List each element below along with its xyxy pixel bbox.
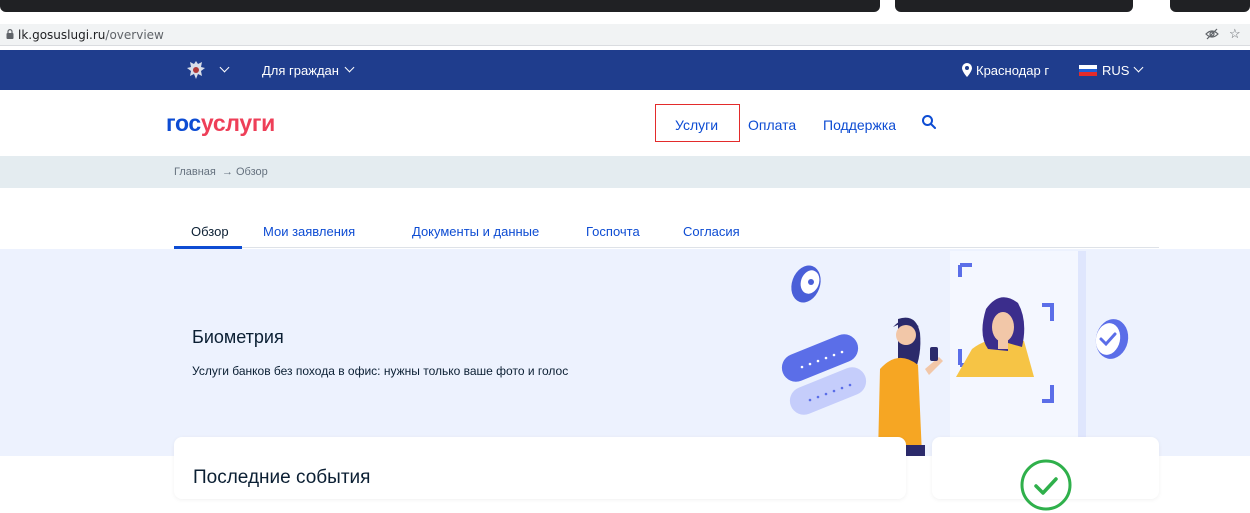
tab-consents[interactable]: Согласия [683, 224, 740, 239]
browser-tab-strip [0, 0, 1250, 12]
browser-tabs-area[interactable] [0, 0, 880, 12]
biometrics-banner[interactable]: Биометрия Услуги банков без похода в офи… [0, 249, 1250, 456]
address-url[interactable]: lk.gosuslugi.ru/overview [18, 28, 164, 42]
language-selector[interactable]: RUS [1102, 63, 1129, 78]
lock-icon [6, 29, 14, 39]
recent-events-card: Последние события [174, 437, 906, 499]
tab-documents-and-data[interactable]: Документы и данные [412, 224, 539, 239]
check-badge-icon [1095, 319, 1129, 359]
breadcrumb: Главная → Обзор [0, 156, 1250, 188]
breadcrumb-home[interactable]: Главная [174, 166, 216, 178]
address-bar[interactable]: lk.gosuslugi.ru/overview ☆ [0, 24, 1250, 46]
search-icon[interactable] [921, 114, 937, 130]
nav-payment[interactable]: Оплата [748, 117, 796, 133]
star-icon[interactable]: ☆ [1229, 26, 1241, 42]
eye-badge-icon [791, 265, 821, 303]
russian-flag-icon [1079, 65, 1097, 76]
check-circle-icon [1020, 459, 1072, 511]
chevron-down-icon[interactable] [1133, 62, 1144, 73]
chevron-down-icon[interactable] [344, 62, 355, 73]
url-host: lk.gosuslugi.ru [18, 28, 106, 42]
logo-part-uslugi: услуги [200, 110, 275, 136]
chat-bubbles [781, 334, 867, 415]
biometrics-illustration [781, 251, 1129, 456]
face-scan-panel [950, 251, 1086, 456]
emblem-icon[interactable] [186, 59, 206, 81]
location-pin-icon [962, 63, 972, 77]
overview-tabs: Обзор Мои заявления Документы и данные Г… [174, 216, 1159, 249]
citizen-menu[interactable]: Для граждан [262, 63, 339, 78]
recent-events-title: Последние события [193, 467, 371, 488]
gosuslugi-logo[interactable]: госуслуги [166, 110, 275, 137]
chevron-down-icon[interactable] [219, 62, 230, 73]
browser-tab[interactable] [895, 0, 1133, 12]
eye-off-icon[interactable] [1205, 27, 1219, 44]
breadcrumb-separator: → [222, 166, 233, 178]
nav-support[interactable]: Поддержка [823, 117, 896, 133]
tab-gospochta[interactable]: Госпочта [586, 224, 640, 239]
banner-title: Биометрия [192, 327, 284, 347]
banner-subtitle: Услуги банков без похода в офис: нужны т… [192, 364, 569, 378]
browser-window-controls[interactable] [1170, 0, 1250, 12]
tab-my-applications[interactable]: Мои заявления [263, 224, 355, 239]
woman-with-phone [878, 317, 943, 456]
top-navigation: Для граждан Краснодар г RUS [0, 50, 1250, 90]
status-card [932, 437, 1159, 511]
logo-part-gos: гос [166, 110, 201, 136]
location-selector[interactable]: Краснодар г [976, 63, 1049, 78]
breadcrumb-current: Обзор [236, 166, 268, 178]
url-path: /overview [105, 28, 164, 42]
site-header: госуслуги Услуги Оплата Поддержка [0, 90, 1250, 156]
nav-services[interactable]: Услуги [675, 117, 718, 133]
tab-overview[interactable]: Обзор [191, 224, 229, 239]
